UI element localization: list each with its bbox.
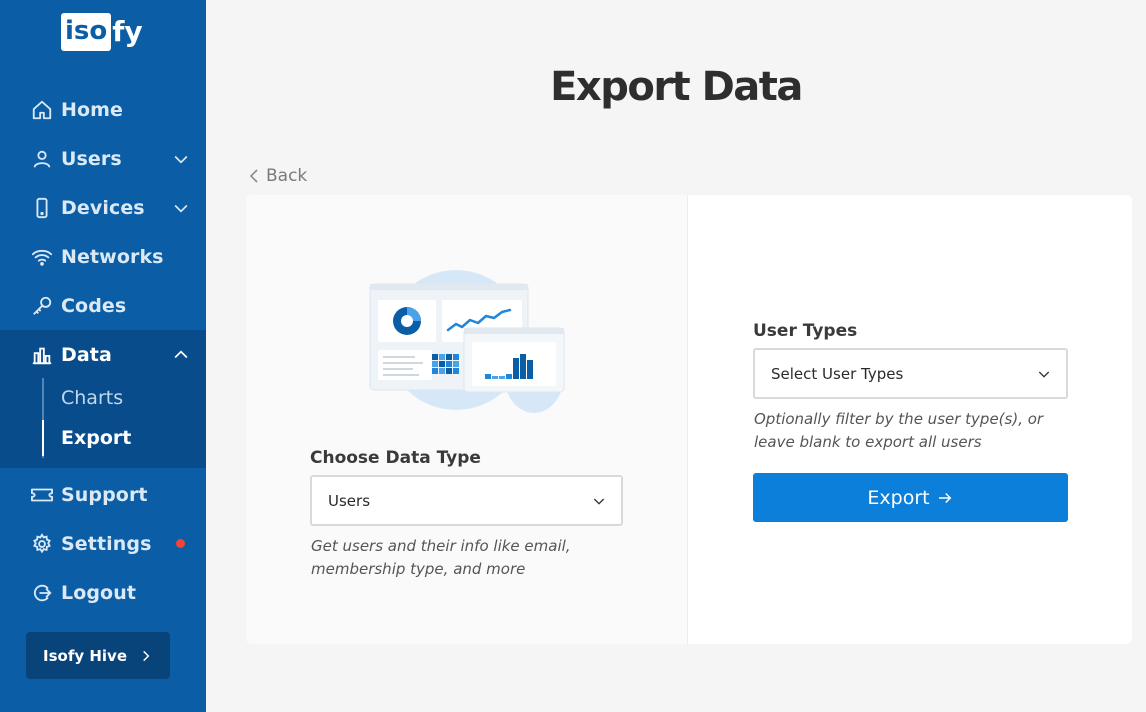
- export-button[interactable]: Export: [753, 473, 1068, 522]
- chevron-down-icon[interactable]: [170, 148, 192, 170]
- wifi-icon: [30, 245, 54, 269]
- nav-item-support[interactable]: Support: [0, 473, 206, 517]
- user-types-label: User Types: [753, 321, 858, 341]
- back-link[interactable]: Back: [248, 166, 307, 186]
- dashboard-illustration: [369, 270, 565, 413]
- nav-label-networks: Networks: [61, 246, 164, 268]
- nav-item-codes[interactable]: Codes: [0, 284, 206, 328]
- nav-label-settings: Settings: [61, 533, 152, 555]
- user-types-placeholder: Select User Types: [771, 364, 904, 383]
- page-title: Export Data: [550, 64, 803, 110]
- logo-text: fy: [112, 15, 143, 48]
- chevron-down-icon: [1036, 366, 1052, 382]
- chevron-right-icon: [139, 649, 153, 663]
- home-icon: [30, 98, 54, 122]
- sidebar-subitem-charts[interactable]: Charts: [61, 387, 123, 409]
- device-icon: [30, 196, 54, 220]
- chevron-left-icon: [248, 168, 260, 184]
- nav-item-logout[interactable]: Logout: [0, 571, 206, 615]
- data-type-value: Users: [328, 491, 371, 510]
- data-type-panel: Choose Data Type Users Get users and the…: [246, 195, 688, 644]
- nav-label-users: Users: [61, 148, 122, 170]
- export-button-label: Export: [867, 486, 930, 509]
- sidebar: iso fy Home Users Devices Networks Codes…: [0, 0, 206, 712]
- sidebar-subitem-export[interactable]: Export: [61, 427, 131, 449]
- data-type-hint-line2: membership type, and more: [311, 560, 526, 578]
- back-label: Back: [266, 166, 308, 186]
- nav-label-devices: Devices: [61, 197, 145, 219]
- user-types-hint-line1: Optionally filter by the user type(s), o…: [754, 410, 1044, 428]
- isofy-hive-button[interactable]: Isofy Hive: [26, 632, 170, 679]
- nav-label-home: Home: [61, 99, 124, 121]
- data-type-label: Choose Data Type: [310, 448, 481, 468]
- logout-icon: [30, 581, 54, 605]
- ticket-icon: [30, 483, 54, 507]
- data-type-select[interactable]: Users: [310, 475, 623, 526]
- chevron-down-icon: [591, 493, 607, 509]
- user-types-select[interactable]: Select User Types: [753, 348, 1068, 399]
- chevron-down-icon[interactable]: [170, 197, 192, 219]
- nav-label-codes: Codes: [61, 295, 127, 317]
- data-type-hint-line1: Get users and their info like email,: [311, 537, 571, 555]
- arrow-right-icon: [936, 489, 954, 507]
- nav-item-networks[interactable]: Networks: [0, 235, 206, 279]
- nav-label-support: Support: [61, 484, 148, 506]
- key-icon: [30, 294, 54, 318]
- nav-label-data: Data: [61, 344, 112, 366]
- notification-dot: [176, 539, 185, 548]
- gear-icon: [30, 532, 54, 556]
- isofy-hive-label: Isofy Hive: [43, 646, 127, 665]
- isofy-logo[interactable]: iso fy: [61, 12, 143, 52]
- submenu-active-indicator: [42, 420, 44, 456]
- user-types-hint-line2: leave blank to export all users: [754, 433, 982, 451]
- nav-item-users[interactable]: Users: [0, 137, 206, 181]
- nav-label-logout: Logout: [61, 582, 137, 604]
- logo-mark: iso: [61, 13, 112, 51]
- nav-item-devices[interactable]: Devices: [0, 186, 206, 230]
- chevron-up-icon[interactable]: [170, 344, 192, 366]
- nav-item-data[interactable]: Data: [0, 333, 206, 377]
- bar-chart-icon: [30, 343, 54, 367]
- nav-item-home[interactable]: Home: [0, 88, 206, 132]
- export-card: Choose Data Type Users Get users and the…: [246, 195, 1132, 644]
- user-icon: [30, 147, 54, 171]
